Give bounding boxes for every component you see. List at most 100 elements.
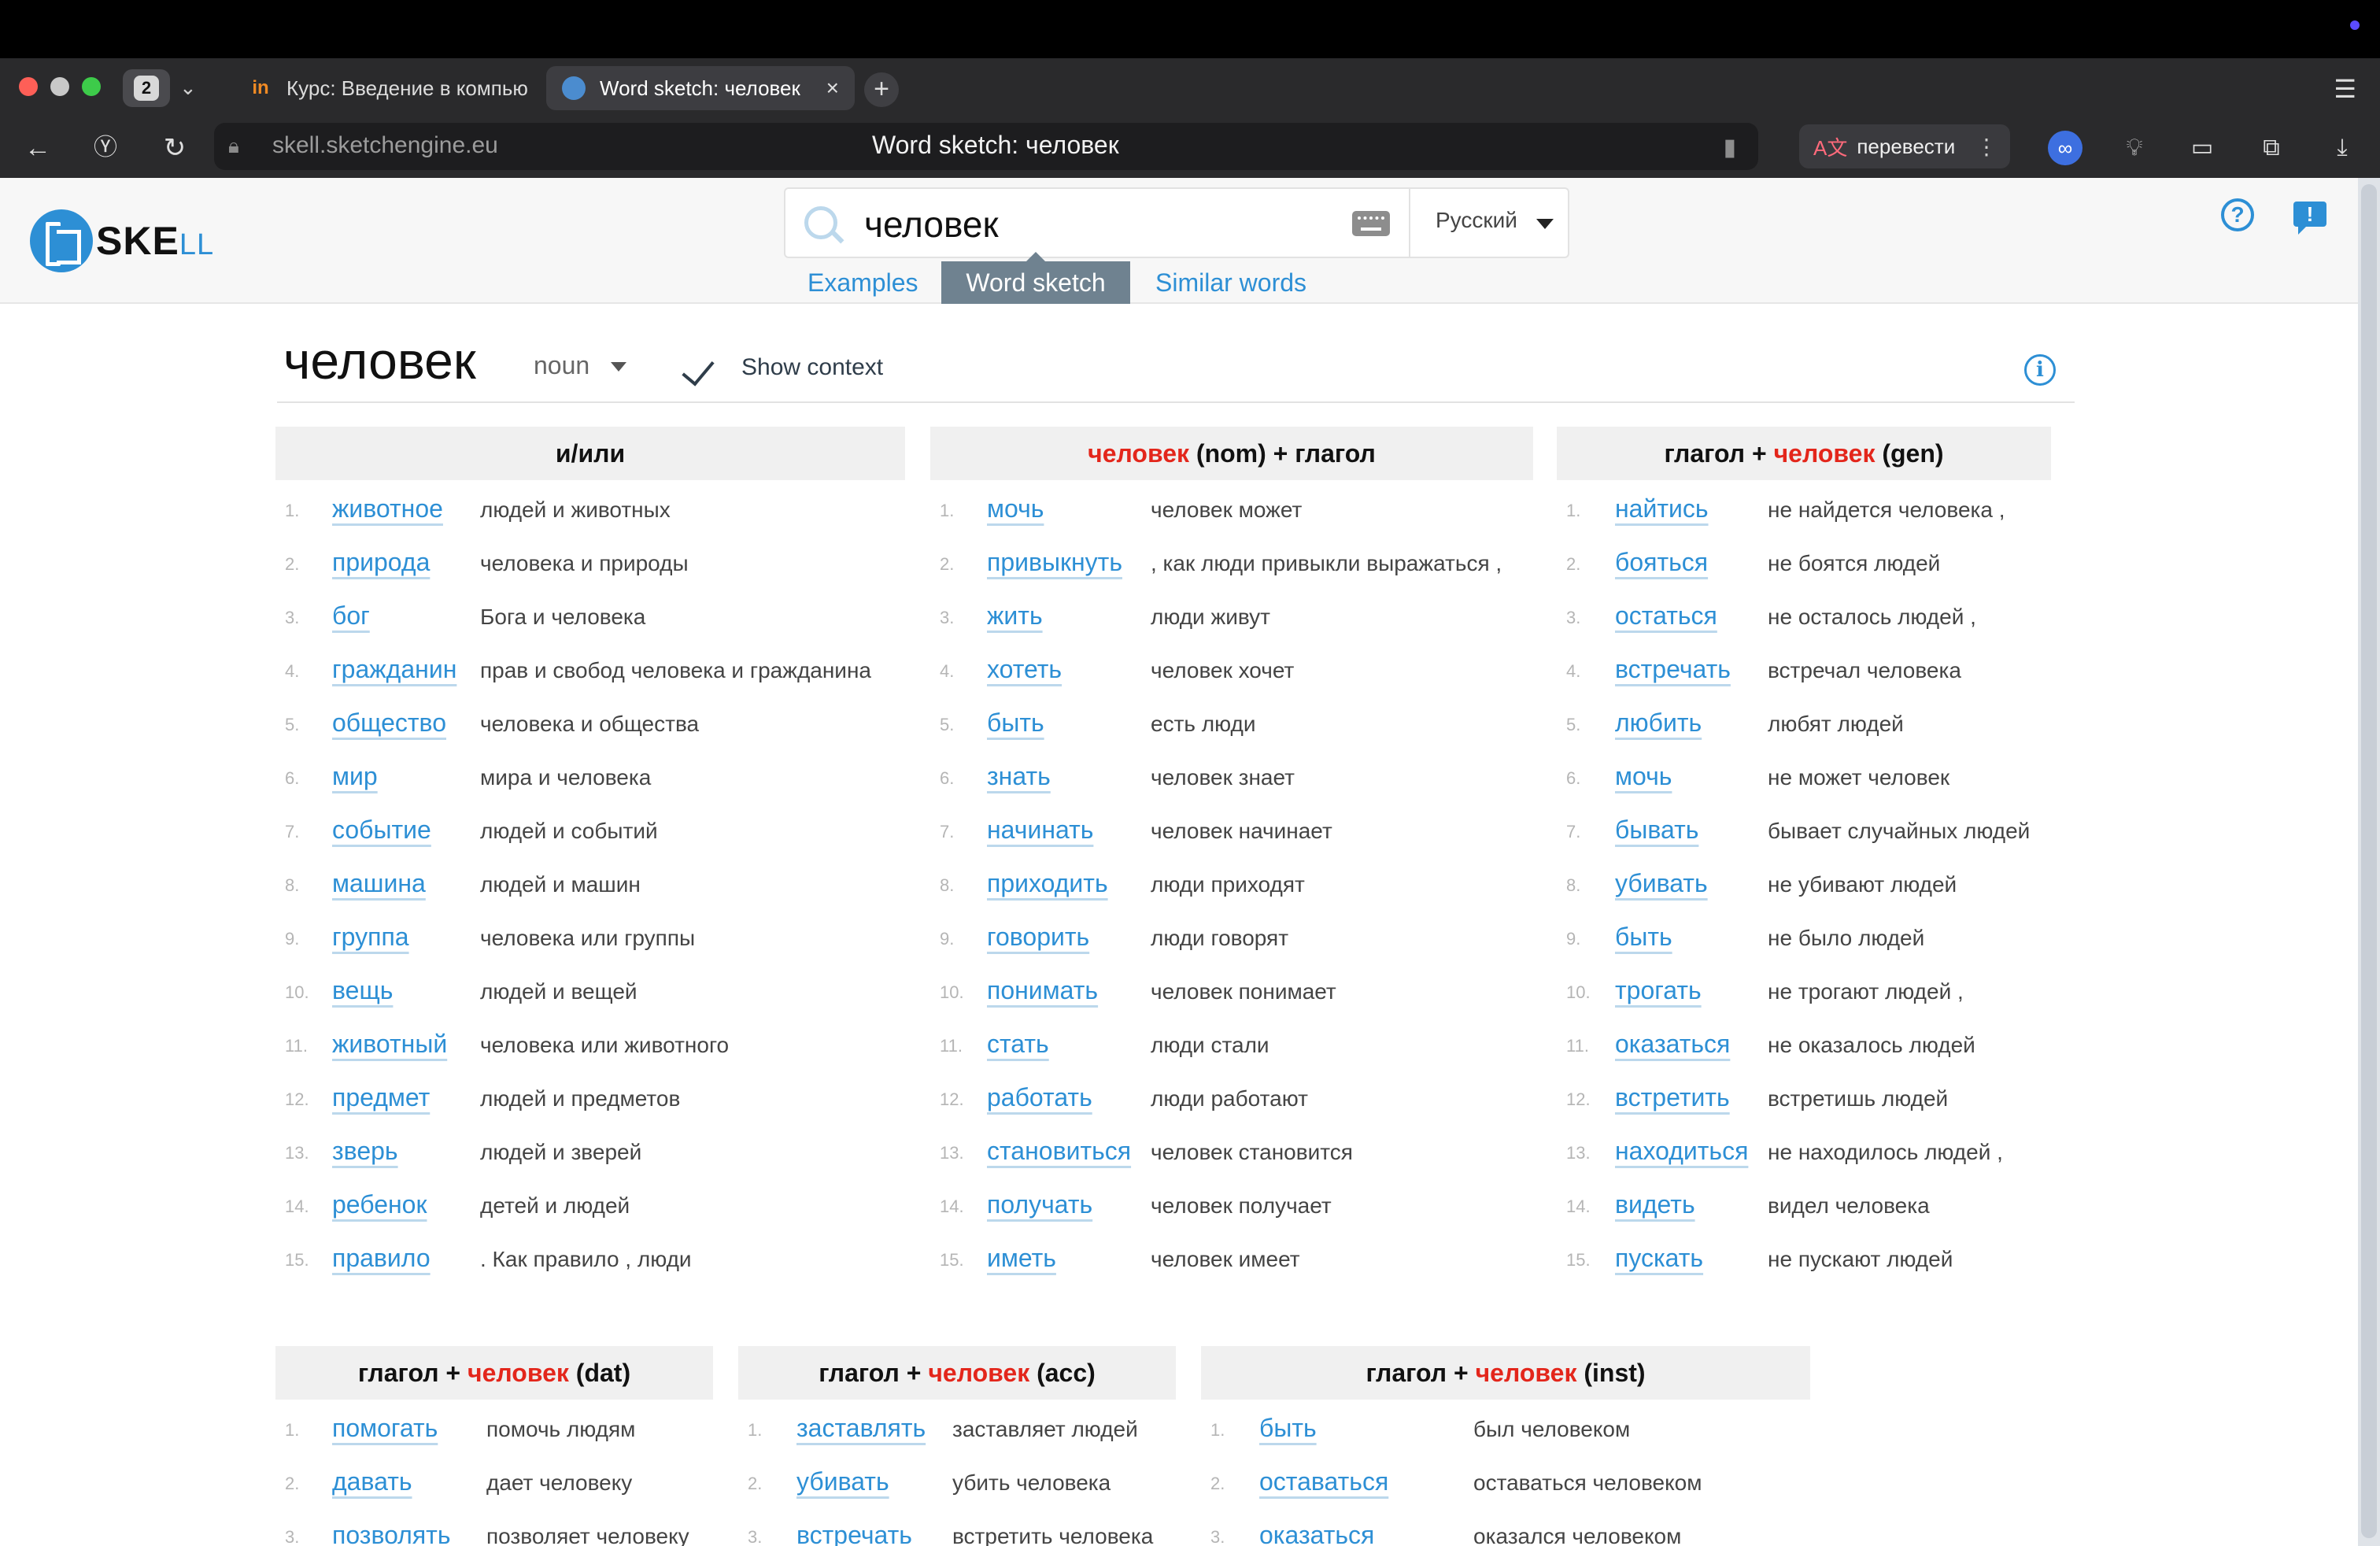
- collocate-link[interactable]: начинать: [987, 816, 1093, 845]
- tab-course[interactable]: in Курс: Введение в компью: [233, 66, 537, 110]
- tab-counter[interactable]: 2: [123, 69, 170, 107]
- collocate-link[interactable]: гражданин: [332, 655, 456, 684]
- yandex-icon[interactable]: Ⓨ: [88, 131, 123, 165]
- collocate-link[interactable]: встречать: [1615, 655, 1731, 684]
- url-field[interactable]: 🔒︎ skell.sketchengine.eu Word sketch: че…: [214, 123, 1758, 170]
- collocate-link[interactable]: событие: [332, 816, 431, 845]
- skell-logo[interactable]: SKELL: [30, 209, 214, 272]
- more-options-icon[interactable]: ⋮: [1975, 134, 1998, 160]
- collocate-link[interactable]: мочь: [987, 494, 1044, 523]
- close-tab-icon[interactable]: ×: [811, 76, 839, 101]
- collocate-link[interactable]: быть: [1259, 1414, 1317, 1443]
- close-window-icon[interactable]: [19, 77, 38, 96]
- tab-examples[interactable]: Examples: [790, 261, 936, 304]
- collocate-link[interactable]: зверь: [332, 1137, 398, 1166]
- language-select[interactable]: Русский: [1436, 208, 1517, 233]
- collocate-link[interactable]: оказаться: [1259, 1521, 1374, 1546]
- pos-select[interactable]: noun: [534, 351, 589, 380]
- collocate-link[interactable]: знать: [987, 762, 1051, 791]
- keyboard-icon[interactable]: [1352, 211, 1390, 236]
- collocate-link[interactable]: позволять: [332, 1521, 451, 1546]
- collocate-link[interactable]: трогать: [1615, 976, 1702, 1005]
- example-text: человек получает: [1151, 1193, 1332, 1218]
- collocate-link[interactable]: получать: [987, 1190, 1092, 1219]
- tab-word-sketch[interactable]: Word sketch: человек ×: [546, 66, 855, 110]
- download-icon[interactable]: ⤓: [2325, 131, 2360, 165]
- collocate-link[interactable]: бояться: [1615, 548, 1708, 577]
- collocate-link[interactable]: предмет: [332, 1083, 430, 1112]
- collocate-link[interactable]: любить: [1615, 708, 1702, 738]
- collocate-link[interactable]: хотеть: [987, 655, 1062, 684]
- lightbulb-icon[interactable]: 💡︎: [2117, 131, 2152, 165]
- collocate-link[interactable]: давать: [332, 1467, 412, 1496]
- caret-down-icon[interactable]: [1536, 219, 1554, 229]
- collocate-link[interactable]: вещь: [332, 976, 393, 1005]
- scrollbar-thumb[interactable]: [2361, 184, 2377, 1538]
- search-input[interactable]: человек: [864, 203, 999, 246]
- collocate-link[interactable]: найтись: [1615, 494, 1709, 523]
- tab-word-sketch[interactable]: Word sketch: [941, 252, 1130, 304]
- collocate-link[interactable]: бог: [332, 601, 370, 631]
- extension-infinity-icon[interactable]: ∞: [2048, 131, 2082, 165]
- collocate-link[interactable]: говорить: [987, 923, 1089, 952]
- collocate-link[interactable]: оказаться: [1615, 1030, 1730, 1059]
- collocate-link[interactable]: убивать: [796, 1467, 889, 1496]
- search-icon[interactable]: [804, 206, 844, 246]
- info-icon[interactable]: i: [2024, 354, 2056, 386]
- bookmark-icon[interactable]: ▮: [1723, 134, 1736, 161]
- collocate-link[interactable]: убивать: [1615, 869, 1708, 898]
- collocate-link[interactable]: правило: [332, 1244, 431, 1273]
- collocate-link[interactable]: пускать: [1615, 1244, 1703, 1273]
- show-context-toggle[interactable]: Show context: [741, 354, 883, 381]
- collocate-link[interactable]: общество: [332, 708, 446, 738]
- collocate-link[interactable]: оставаться: [1259, 1467, 1388, 1496]
- collocate-link[interactable]: мир: [332, 762, 378, 791]
- collocate-link[interactable]: ребенок: [332, 1190, 427, 1219]
- collocate-link[interactable]: животное: [332, 494, 443, 523]
- collocate-link[interactable]: быть: [1615, 923, 1672, 952]
- collocate-link[interactable]: остаться: [1615, 601, 1717, 631]
- translate-button[interactable]: A文 перевести ⋮: [1799, 124, 2010, 168]
- chevron-down-icon[interactable]: ⌄: [179, 76, 197, 100]
- zoom-window-icon[interactable]: [82, 77, 101, 96]
- example-text: людей и событий: [480, 819, 658, 843]
- collocate-link[interactable]: животный: [332, 1030, 447, 1059]
- collocate-link[interactable]: встречать: [796, 1521, 912, 1546]
- collocate-link[interactable]: приходить: [987, 869, 1108, 898]
- minimize-window-icon[interactable]: [50, 77, 69, 96]
- sketch-table-verb-inst: глагол + человек (inst) 1. быть был человек…: [1201, 1346, 1810, 1546]
- collocate-link[interactable]: быть: [987, 708, 1044, 738]
- collocate-link[interactable]: находиться: [1615, 1137, 1748, 1166]
- collocate-link[interactable]: понимать: [987, 976, 1098, 1005]
- collocate-link[interactable]: видеть: [1615, 1190, 1695, 1219]
- collections-icon[interactable]: ⧉: [2254, 131, 2289, 165]
- collocate-link[interactable]: машина: [332, 869, 426, 898]
- collocate-link[interactable]: бывать: [1615, 816, 1698, 845]
- collocate-link[interactable]: встретить: [1615, 1083, 1730, 1112]
- collocate-link[interactable]: мочь: [1615, 762, 1672, 791]
- collocate-link[interactable]: заставлять: [796, 1414, 926, 1443]
- row-number: 15.: [1566, 1250, 1591, 1270]
- battery-icon[interactable]: ▭: [2185, 131, 2219, 165]
- collocate-link[interactable]: жить: [987, 601, 1043, 631]
- row-number: 9.: [940, 929, 955, 949]
- new-tab-button[interactable]: +: [864, 72, 899, 107]
- caret-down-icon[interactable]: [611, 362, 626, 372]
- collocate-link[interactable]: природа: [332, 548, 430, 577]
- collocate-link[interactable]: становиться: [987, 1137, 1131, 1166]
- feedback-icon[interactable]: !: [2293, 202, 2326, 235]
- page-scrollbar[interactable]: [2358, 178, 2380, 1546]
- collocate-link[interactable]: помогать: [332, 1414, 438, 1443]
- help-icon[interactable]: ?: [2221, 198, 2254, 231]
- row-number: 1.: [748, 1420, 763, 1440]
- collocate-link[interactable]: работать: [987, 1083, 1092, 1112]
- reload-icon[interactable]: ↻: [157, 131, 192, 165]
- tab-similar-words[interactable]: Similar words: [1138, 261, 1324, 304]
- checkmark-icon[interactable]: [685, 351, 721, 383]
- collocate-link[interactable]: привыкнуть: [987, 548, 1122, 577]
- back-arrow-icon[interactable]: ←: [20, 131, 55, 165]
- collocate-link[interactable]: группа: [332, 923, 409, 952]
- hamburger-menu-icon[interactable]: ☰: [2334, 74, 2356, 104]
- collocate-link[interactable]: стать: [987, 1030, 1049, 1059]
- collocate-link[interactable]: иметь: [987, 1244, 1056, 1273]
